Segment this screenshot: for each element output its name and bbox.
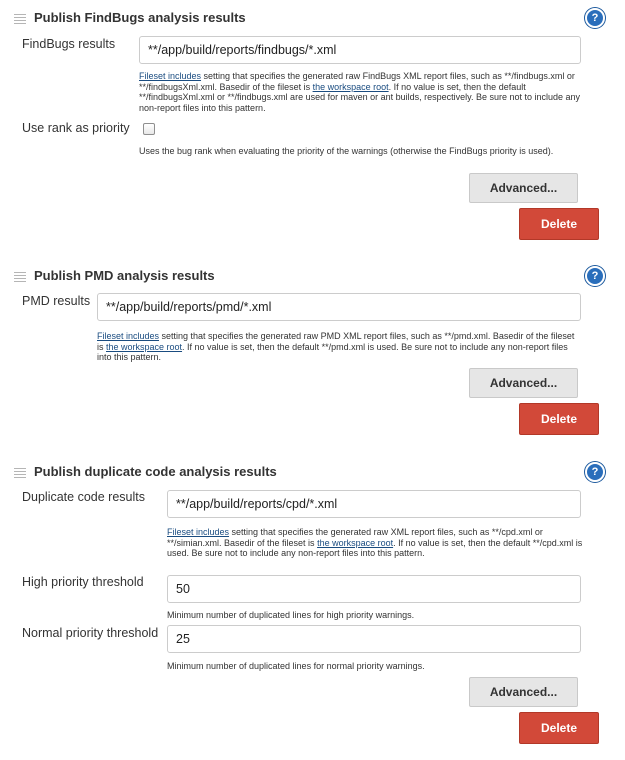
findbugs-results-input[interactable]: **/app/build/reports/findbugs/*.xml	[139, 36, 581, 64]
pmd-section-title: Publish PMD analysis results	[34, 268, 215, 283]
cpd-results-help: Fileset includes setting that specifies …	[167, 527, 583, 558]
fileset-includes-link[interactable]: Fileset includes	[139, 71, 201, 81]
fileset-includes-link[interactable]: Fileset includes	[167, 527, 229, 537]
cpd-results-label: Duplicate code results	[22, 490, 145, 504]
help-icon[interactable]: ?	[585, 8, 605, 28]
drag-handle-icon[interactable]	[14, 14, 26, 26]
use-rank-help: Uses the bug rank when evaluating the pr…	[139, 146, 554, 156]
use-rank-checkbox[interactable]	[143, 123, 155, 135]
drag-handle-icon[interactable]	[14, 468, 26, 480]
help-icon[interactable]: ?	[585, 462, 605, 482]
findbugs-results-label: FindBugs results	[22, 37, 116, 51]
workspace-root-link[interactable]: the workspace root	[313, 82, 389, 92]
cpd-delete-button[interactable]: Delete	[519, 712, 599, 744]
cpd-section-title: Publish duplicate code analysis results	[34, 464, 277, 479]
pmd-delete-button[interactable]: Delete	[519, 403, 599, 435]
findbugs-advanced-button[interactable]: Advanced...	[469, 173, 578, 203]
high-priority-label: High priority threshold	[22, 575, 144, 589]
use-rank-label: Use rank as priority	[22, 121, 130, 135]
fileset-includes-link[interactable]: Fileset includes	[97, 331, 159, 341]
findbugs-section-title: Publish FindBugs analysis results	[34, 10, 246, 25]
findbugs-delete-button[interactable]: Delete	[519, 208, 599, 240]
workspace-root-link[interactable]: the workspace root	[317, 538, 393, 548]
pmd-results-help: Fileset includes setting that specifies …	[97, 331, 575, 362]
normal-priority-label: Normal priority threshold	[22, 626, 159, 640]
drag-handle-icon[interactable]	[14, 272, 26, 284]
high-priority-help: Minimum number of duplicated lines for h…	[167, 610, 415, 620]
pmd-results-label: PMD results	[22, 294, 91, 308]
help-icon[interactable]: ?	[585, 266, 605, 286]
pmd-results-input[interactable]: **/app/build/reports/pmd/*.xml	[97, 293, 581, 321]
workspace-root-link[interactable]: the workspace root	[106, 342, 182, 352]
high-priority-input[interactable]: 50	[167, 575, 581, 603]
normal-priority-input[interactable]: 25	[167, 625, 581, 653]
normal-priority-help: Minimum number of duplicated lines for n…	[167, 661, 425, 671]
pmd-advanced-button[interactable]: Advanced...	[469, 368, 578, 398]
cpd-advanced-button[interactable]: Advanced...	[469, 677, 578, 707]
findbugs-results-help: Fileset includes setting that specifies …	[139, 71, 581, 113]
cpd-results-input[interactable]: **/app/build/reports/cpd/*.xml	[167, 490, 581, 518]
